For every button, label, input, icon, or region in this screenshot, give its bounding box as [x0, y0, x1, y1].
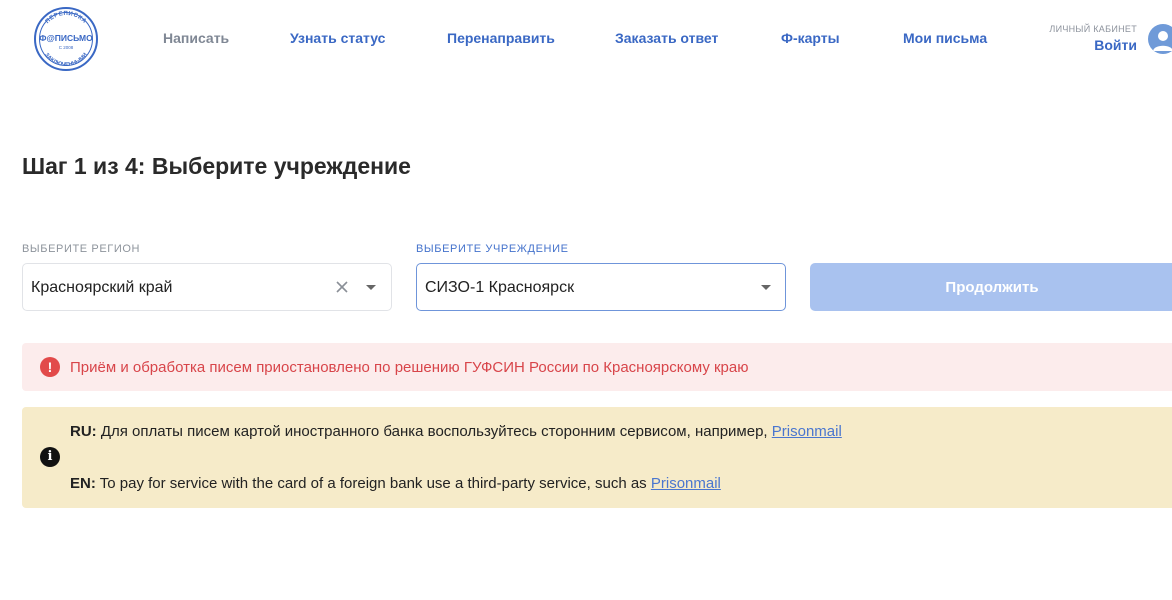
- person-icon: [1153, 31, 1172, 51]
- account-caption: ЛИЧНЫЙ КАБИНЕТ: [1049, 24, 1137, 34]
- error-icon: !: [40, 357, 60, 377]
- error-alert-text: Приём и обработка писем приостановлено п…: [70, 359, 749, 376]
- logo-since: С 2008: [59, 45, 74, 50]
- prisonmail-link-en[interactable]: Prisonmail: [651, 475, 721, 492]
- login-link[interactable]: Войти: [1049, 37, 1137, 53]
- prisonmail-link-ru[interactable]: Prisonmail: [772, 423, 842, 440]
- site-header: ПЕРЕПИСКА Ф@ПИСЬМО С 2008 ЗАКЛЮЧЕННЫМИ Н…: [0, 0, 1172, 80]
- nav-order-reply[interactable]: Заказать ответ: [615, 30, 718, 46]
- institution-select-value: СИЗО-1 Красноярск: [425, 279, 575, 296]
- nav-f-cards[interactable]: Ф-карты: [781, 30, 840, 46]
- info-icon: i: [40, 447, 60, 467]
- nav-redirect[interactable]: Перенаправить: [447, 30, 555, 46]
- info-alert: i RU: Для оплаты писем картой иностранно…: [22, 407, 1172, 508]
- info-ru-prefix: RU:: [70, 423, 97, 440]
- chevron-down-icon[interactable]: [761, 285, 771, 290]
- error-alert: ! Приём и обработка писем приостановлено…: [22, 343, 1172, 391]
- region-select-value: Красноярский край: [31, 279, 173, 296]
- continue-button[interactable]: Продолжить: [810, 263, 1172, 311]
- region-select[interactable]: Красноярский край: [22, 263, 392, 311]
- info-line-ru: RU: Для оплаты писем картой иностранного…: [70, 423, 842, 440]
- clear-icon[interactable]: [333, 278, 351, 296]
- nav-check-status[interactable]: Узнать статус: [290, 30, 385, 46]
- nav-write[interactable]: Написать: [163, 30, 229, 46]
- info-line-en: EN: To pay for service with the card of …: [70, 475, 721, 492]
- user-avatar-icon[interactable]: [1148, 24, 1172, 54]
- account-block[interactable]: ЛИЧНЫЙ КАБИНЕТ Войти: [1049, 24, 1137, 53]
- info-en-text: To pay for service with the card of a fo…: [99, 475, 647, 492]
- institution-select[interactable]: СИЗО-1 Красноярск: [416, 263, 786, 311]
- institution-label: ВЫБЕРИТЕ УЧРЕЖДЕНИЕ: [416, 243, 569, 255]
- chevron-down-icon[interactable]: [366, 285, 376, 290]
- logo-brand: Ф@ПИСЬМО: [39, 33, 93, 43]
- page-title: Шаг 1 из 4: Выберите учреждение: [22, 153, 411, 179]
- site-logo[interactable]: ПЕРЕПИСКА Ф@ПИСЬМО С 2008 ЗАКЛЮЧЕННЫМИ: [33, 6, 99, 72]
- nav-my-letters[interactable]: Мои письма: [903, 30, 987, 46]
- info-en-prefix: EN:: [70, 475, 96, 492]
- info-ru-text: Для оплаты писем картой иностранного бан…: [100, 423, 768, 440]
- region-label: ВЫБЕРИТЕ РЕГИОН: [22, 243, 141, 255]
